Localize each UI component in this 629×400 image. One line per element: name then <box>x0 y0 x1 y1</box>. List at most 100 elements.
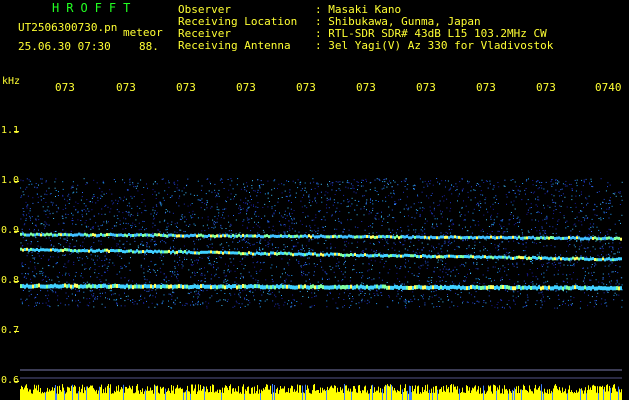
noise-pixel <box>448 225 450 227</box>
noise-pixel <box>424 233 426 235</box>
noise-pixel <box>506 203 507 205</box>
noise-pixel <box>72 214 74 216</box>
activity-column <box>173 385 174 400</box>
noise-pixel <box>439 276 441 278</box>
noise-pixel <box>419 178 421 180</box>
activity-column <box>72 384 73 400</box>
noise-pixel <box>159 221 161 223</box>
band-segment <box>432 236 434 240</box>
noise-pixel <box>36 187 38 188</box>
noise-pixel <box>253 295 255 297</box>
band-segment <box>592 257 594 261</box>
band-segment <box>124 250 126 254</box>
noise-pixel <box>26 298 28 300</box>
band-segment <box>494 255 496 259</box>
noise-pixel <box>25 219 27 221</box>
noise-pixel <box>199 268 201 270</box>
noise-pixel <box>76 191 78 193</box>
noise-pixel <box>604 239 606 241</box>
noise-pixel <box>531 262 533 264</box>
noise-pixel <box>202 302 204 304</box>
band-segment <box>292 235 294 239</box>
noise-pixel <box>251 217 253 219</box>
noise-pixel <box>576 182 578 184</box>
noise-pixel <box>606 291 608 293</box>
noise-pixel <box>335 181 337 183</box>
noise-pixel <box>30 282 32 284</box>
noise-pixel <box>569 239 571 241</box>
noise-pixel <box>201 274 203 276</box>
noise-pixel <box>441 251 443 253</box>
noise-pixel <box>591 231 592 232</box>
noise-pixel <box>500 268 501 270</box>
noise-pixel <box>131 225 133 227</box>
noise-pixel <box>525 246 527 248</box>
noise-pixel <box>204 274 206 276</box>
noise-pixel <box>161 239 163 241</box>
noise-pixel <box>241 275 243 277</box>
band-segment <box>260 235 262 239</box>
noise-pixel <box>48 210 50 212</box>
noise-pixel <box>493 185 495 186</box>
activity-column <box>218 393 219 400</box>
noise-pixel <box>47 294 49 296</box>
noise-pixel <box>73 206 75 208</box>
noise-pixel <box>307 257 308 259</box>
activity-column <box>151 390 152 400</box>
noise-pixel <box>62 229 64 231</box>
noise-pixel <box>587 267 589 269</box>
noise-pixel <box>313 181 315 183</box>
noise-pixel <box>55 178 57 180</box>
noise-pixel <box>163 294 165 296</box>
noise-pixel <box>94 298 96 300</box>
noise-pixel <box>579 195 581 197</box>
band-segment <box>196 284 198 289</box>
activity-column <box>69 387 70 400</box>
band-segment <box>374 236 376 239</box>
band-segment <box>344 285 346 290</box>
noise-pixel <box>246 299 248 301</box>
noise-pixel <box>311 297 313 299</box>
activity-column <box>64 390 65 400</box>
noise-pixel <box>225 228 227 229</box>
band-segment <box>320 284 322 289</box>
band-segment <box>394 236 396 240</box>
activity-column <box>117 390 118 400</box>
noise-pixel <box>365 202 367 204</box>
noise-pixel <box>504 307 505 309</box>
noise-pixel <box>303 273 305 275</box>
noise-pixel <box>223 217 225 219</box>
noise-pixel <box>188 211 190 213</box>
noise-pixel <box>193 304 195 306</box>
noise-pixel <box>400 266 402 268</box>
noise-pixel <box>483 283 485 285</box>
noise-pixel <box>57 299 58 301</box>
noise-pixel <box>550 244 552 246</box>
noise-pixel <box>25 218 27 220</box>
noise-pixel <box>376 250 377 252</box>
noise-pixel <box>580 210 582 212</box>
noise-pixel <box>225 263 226 265</box>
band-segment <box>566 257 568 261</box>
band-segment <box>428 254 430 258</box>
activity-column <box>215 391 216 400</box>
noise-pixel <box>259 250 261 252</box>
noise-pixel <box>239 212 241 214</box>
band-segment <box>614 286 616 291</box>
noise-pixel <box>146 254 147 255</box>
noise-pixel <box>445 234 447 236</box>
band-segment <box>246 234 248 238</box>
noise-pixel <box>143 268 145 270</box>
noise-pixel <box>239 296 241 298</box>
noise-pixel <box>80 232 82 234</box>
noise-pixel <box>120 266 122 268</box>
noise-pixel <box>575 195 577 197</box>
band-segment <box>418 255 420 259</box>
noise-pixel <box>272 300 274 302</box>
activity-column <box>168 388 169 400</box>
noise-pixel <box>373 243 375 244</box>
noise-pixel <box>404 276 406 278</box>
noise-pixel <box>500 280 502 282</box>
noise-pixel <box>394 243 396 245</box>
band-segment <box>144 233 146 237</box>
